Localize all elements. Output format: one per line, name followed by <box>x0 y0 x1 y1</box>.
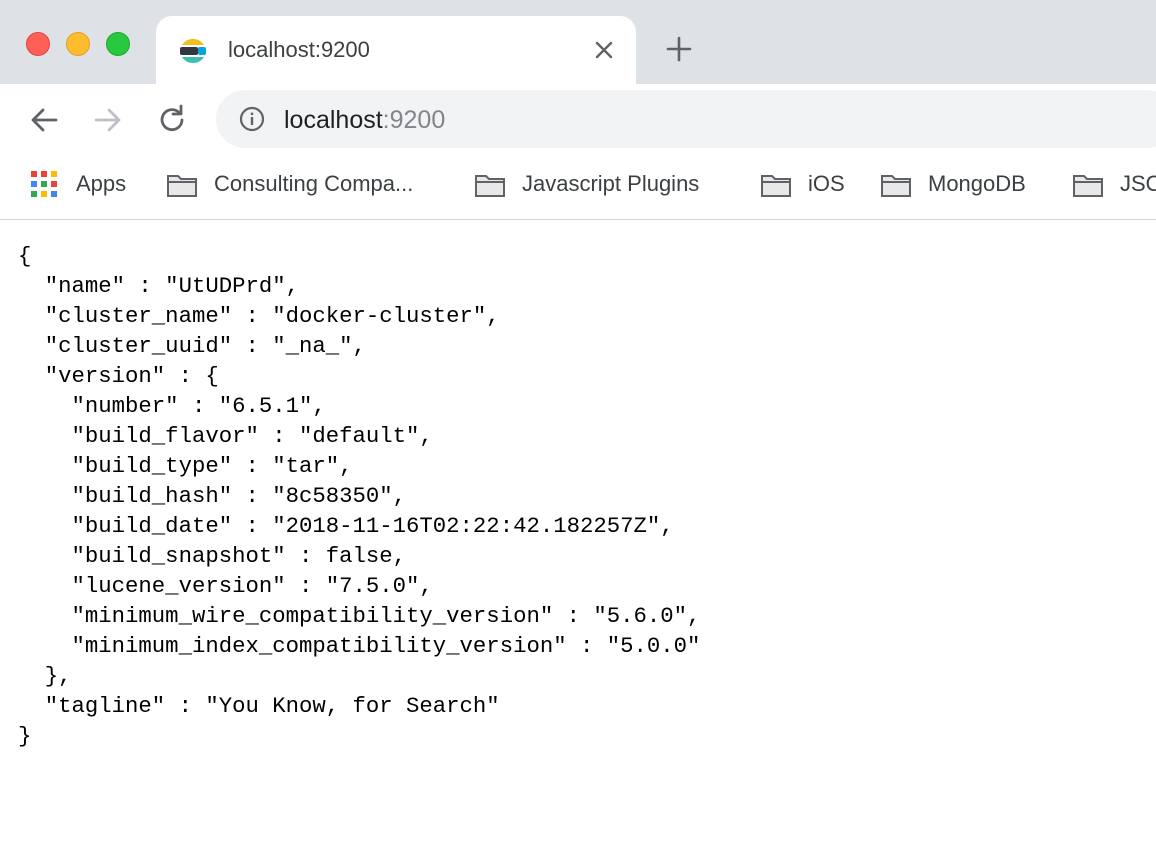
bookmark-jso[interactable]: JSO <box>1072 170 1156 200</box>
bookmark-mongodb[interactable]: MongoDB <box>880 170 1050 200</box>
info-icon[interactable] <box>238 105 266 133</box>
json-line: { <box>18 243 32 269</box>
json-line: "build_date" : "2018-11-16T02:22:42.1822… <box>18 513 674 539</box>
window-minimize-button[interactable] <box>66 32 90 56</box>
folder-icon <box>1073 175 1103 197</box>
json-line: "build_type" : "tar", <box>18 453 353 479</box>
bookmark-label: Apps <box>76 171 127 196</box>
address-bar[interactable]: localhost:9200 <box>216 90 1156 148</box>
bookmark-javascript-plugins[interactable]: Javascript Plugins <box>474 170 734 200</box>
tab-title: localhost:9200 <box>228 37 370 62</box>
json-line: "tagline" : "You Know, for Search" <box>18 693 500 719</box>
url-text[interactable]: localhost:9200 <box>284 105 445 135</box>
bookmark-ios[interactable]: iOS <box>760 170 860 200</box>
folder-icon <box>881 175 911 197</box>
bookmark-label: MongoDB <box>928 171 1026 196</box>
json-response: { "name" : "UtUDPrd", "cluster_name" : "… <box>18 241 700 751</box>
arrow-right-icon[interactable] <box>90 102 126 138</box>
url-port: :9200 <box>382 106 446 134</box>
arrow-left-icon[interactable] <box>26 102 62 138</box>
elasticsearch-logo-icon <box>179 37 207 65</box>
bookmark-label: JSO <box>1120 171 1156 196</box>
folder-icon <box>761 175 791 197</box>
json-line: "minimum_wire_compatibility_version" : "… <box>18 603 701 629</box>
active-tab[interactable]: localhost:9200 <box>156 16 636 84</box>
bookmark-label: Consulting Compa... <box>214 171 414 196</box>
bookmark-apps[interactable]: Apps <box>30 170 140 200</box>
json-line: "cluster_uuid" : "_na_", <box>18 333 366 359</box>
browser-toolbar: localhost:9200 <box>0 84 1156 156</box>
json-line: "version" : { <box>18 363 219 389</box>
json-line: "lucene_version" : "7.5.0", <box>18 573 433 599</box>
page-content: { "name" : "UtUDPrd", "cluster_name" : "… <box>0 221 1156 842</box>
json-line: "minimum_index_compatibility_version" : … <box>18 633 701 659</box>
window-close-button[interactable] <box>26 32 50 56</box>
bookmark-label: iOS <box>808 171 845 196</box>
tab-strip: localhost:9200 <box>0 0 1156 84</box>
reload-icon[interactable] <box>154 102 190 138</box>
window-zoom-button[interactable] <box>106 32 130 56</box>
bookmark-consulting[interactable]: Consulting Compa... <box>166 170 446 200</box>
plus-icon[interactable] <box>664 34 694 64</box>
close-icon[interactable] <box>590 36 618 64</box>
json-line: } <box>18 723 32 749</box>
apps-grid-icon <box>30 170 58 198</box>
json-line: "number" : "6.5.1", <box>18 393 326 419</box>
json-line: "build_flavor" : "default", <box>18 423 433 449</box>
bookmark-label: Javascript Plugins <box>522 171 700 196</box>
folder-icon <box>167 175 197 197</box>
json-line: "build_hash" : "8c58350", <box>18 483 407 509</box>
folder-icon <box>475 175 505 197</box>
json-line: "name" : "UtUDPrd", <box>18 273 299 299</box>
url-host: localhost <box>284 106 383 134</box>
json-line: }, <box>18 663 72 689</box>
bookmarks-bar: Apps Consulting Compa... Javascript Plug… <box>0 156 1156 220</box>
json-line: "build_snapshot" : false, <box>18 543 407 569</box>
json-line: "cluster_name" : "docker-cluster", <box>18 303 500 329</box>
